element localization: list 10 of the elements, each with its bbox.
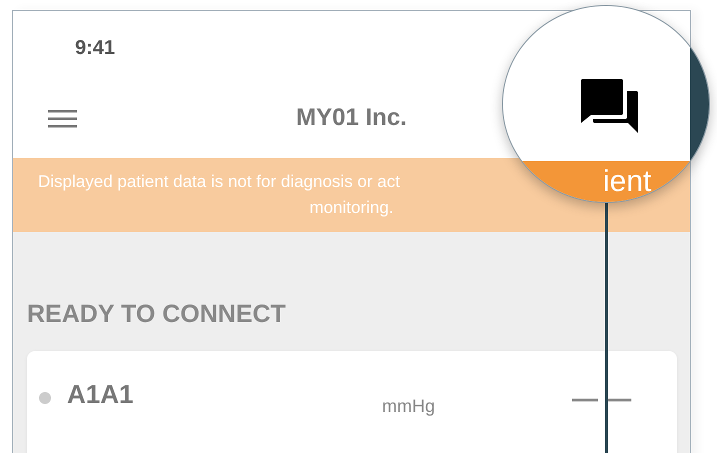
unit-label: mmHg [382,396,435,418]
device-name: A1A1 [67,379,134,410]
section-heading: READY TO CONNECT [27,300,287,330]
magnified-text: ient [603,165,652,199]
disclaimer-text: Displayed patient data is not for diagnosis or act [38,171,400,194]
disclaimer-text: monitoring. [309,197,394,220]
app-title: MY01 Inc. [296,104,407,132]
chat-icon[interactable] [581,79,639,133]
status-time: 9:41 [75,36,116,60]
menu-icon[interactable] [48,108,77,129]
